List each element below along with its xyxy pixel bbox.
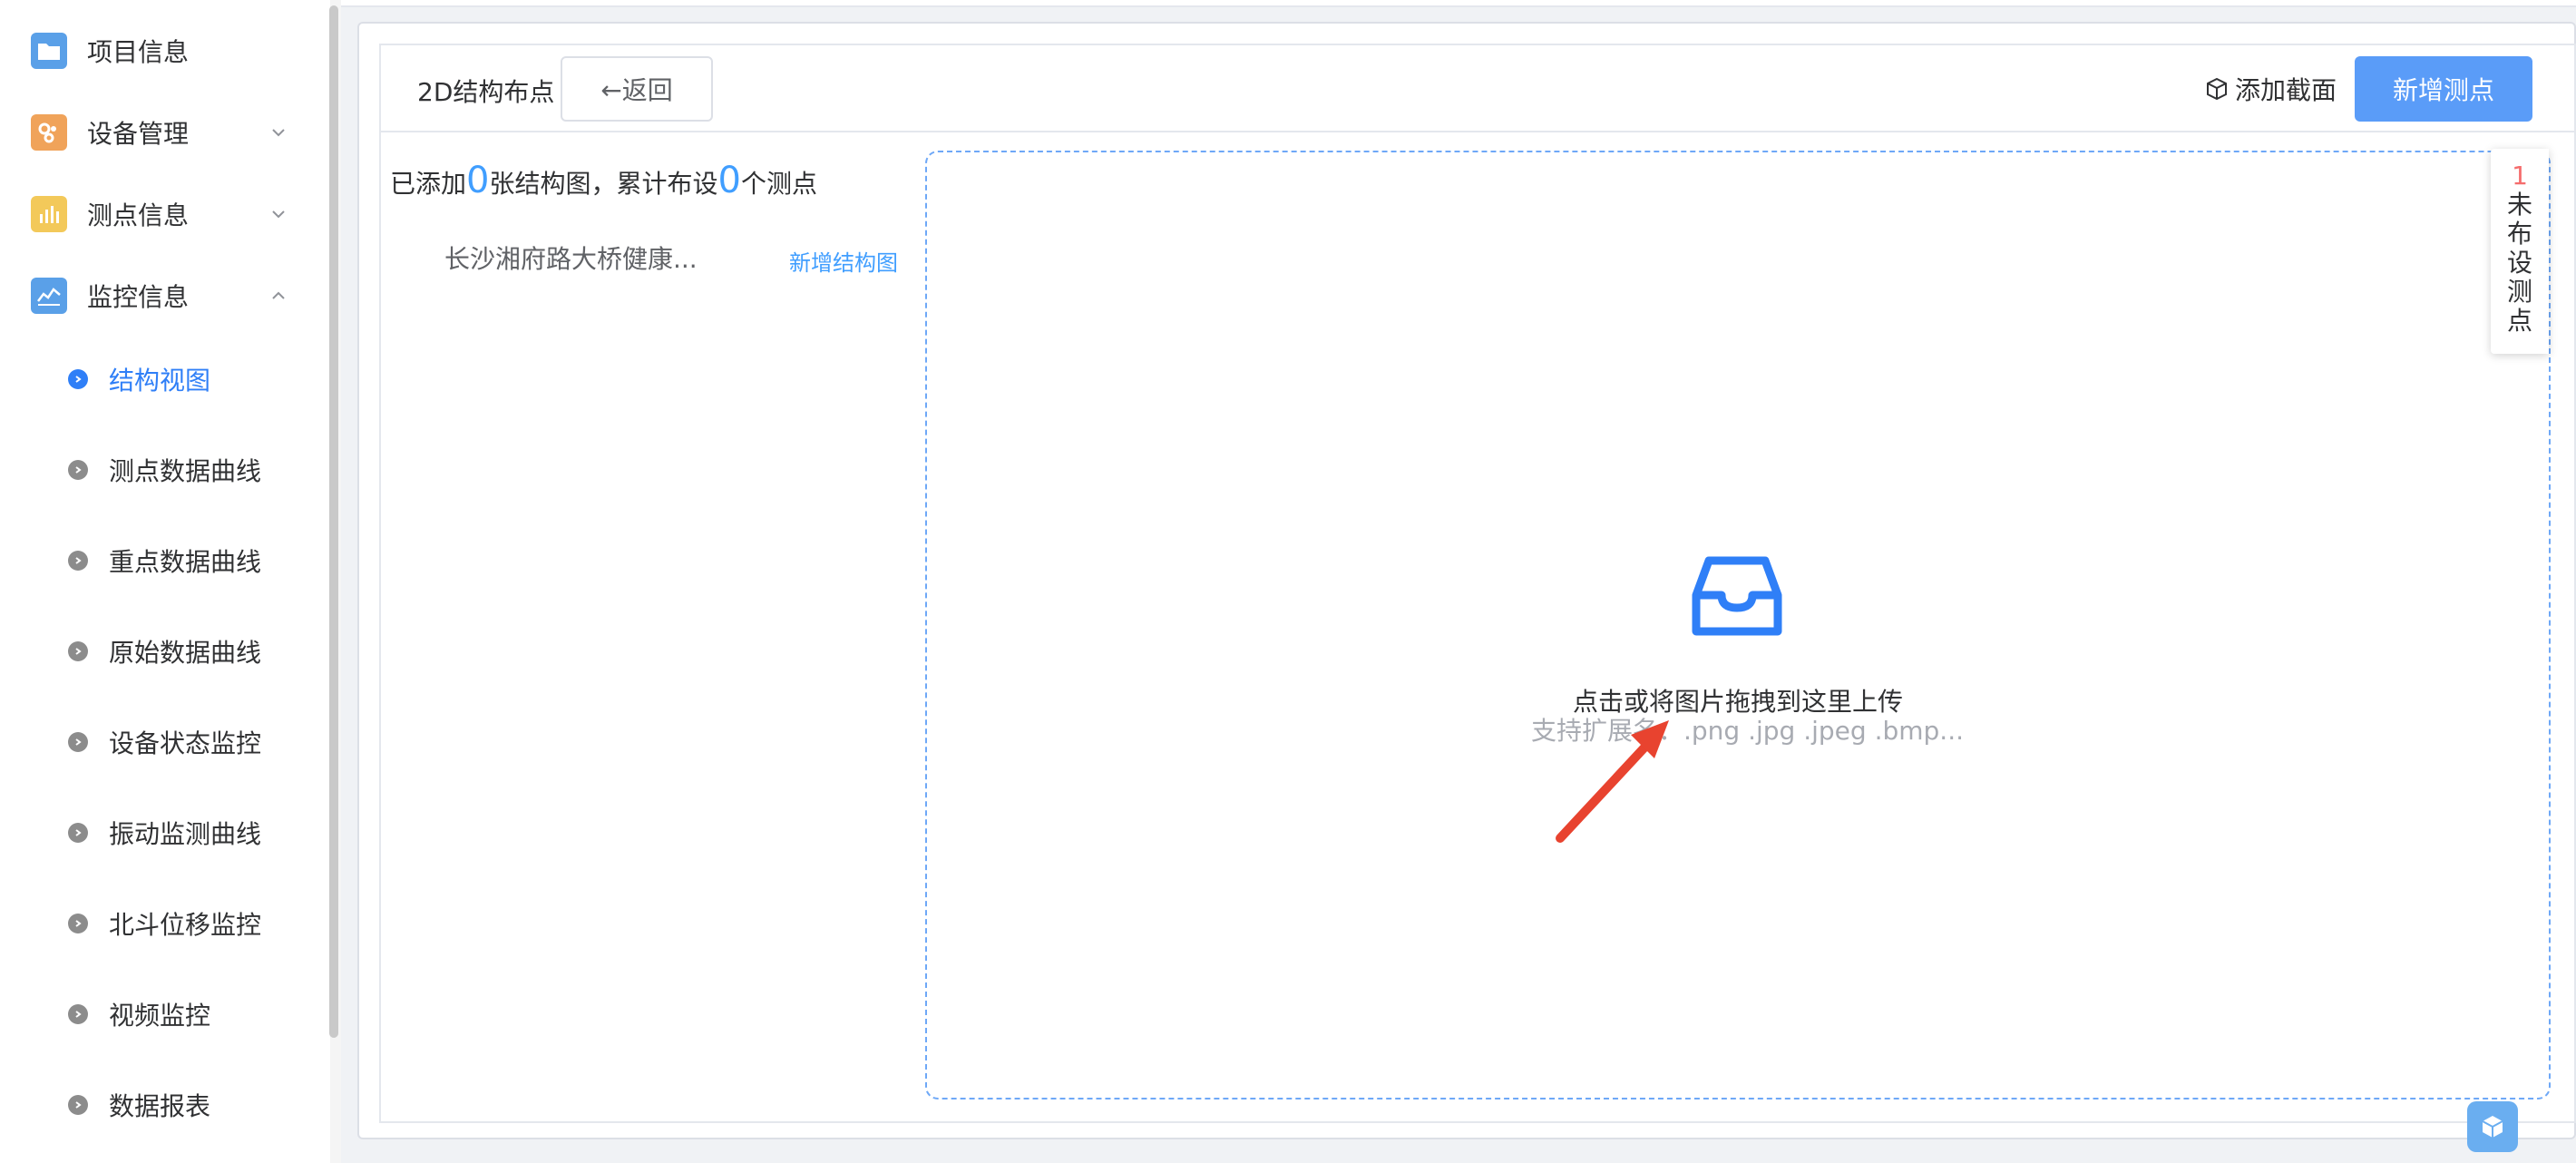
floating-action-button[interactable]	[2467, 1101, 2518, 1152]
chevron-circle-icon	[68, 551, 88, 571]
submenu-item-structure-view[interactable]: 结构视图	[0, 343, 330, 415]
submenu-label: 原始数据曲线	[109, 638, 262, 668]
chevron-down-icon	[272, 210, 285, 219]
chevron-circle-icon	[68, 369, 88, 389]
summary-text: 已添加 0 张结构图，累计布设 0 个测点	[390, 160, 817, 201]
structure-name[interactable]: 长沙湘府路大桥健康...	[444, 239, 698, 276]
back-button[interactable]: ←返回	[561, 56, 713, 122]
submenu-item-video-monitoring[interactable]: 视频监控	[0, 978, 330, 1051]
cube-icon	[2482, 1116, 2503, 1138]
point-count: 0	[717, 160, 741, 201]
add-section-label: 添加截面	[2235, 75, 2337, 105]
submenu-item-key-data-curve[interactable]: 重点数据曲线	[0, 524, 330, 597]
submenu-label: 测点数据曲线	[109, 456, 262, 486]
sidebar-scrollbar-thumb[interactable]	[329, 5, 338, 1038]
menu-label: 测点信息	[87, 200, 190, 230]
menu-label: 设备管理	[87, 119, 190, 149]
submenu-label: 结构视图	[109, 366, 211, 396]
chevron-circle-icon	[68, 1095, 88, 1115]
chevron-circle-icon	[68, 460, 88, 480]
chevron-circle-icon	[68, 823, 88, 843]
submenu-label: 振动监测曲线	[109, 819, 262, 849]
top-bar	[341, 0, 2576, 7]
annotation-arrow-icon	[1556, 720, 1669, 843]
chevron-circle-icon	[68, 641, 88, 661]
menu-label: 监控信息	[87, 282, 190, 312]
submenu-item-vibration-curve[interactable]: 振动监测曲线	[0, 797, 330, 869]
menu-item-monitoring-info[interactable]: 监控信息	[0, 259, 330, 332]
sidebar: 项目信息 设备管理 测点信息 监控信息 结构视图 测点数据曲线 重点数据曲线 原	[0, 0, 330, 1163]
submenu-label: 北斗位移监控	[109, 910, 262, 940]
chevron-circle-icon	[68, 914, 88, 933]
folder-icon	[31, 33, 67, 69]
add-section-button[interactable]: 添加截面	[2204, 71, 2337, 107]
cube-icon	[2207, 77, 2227, 101]
submenu-label: 数据报表	[109, 1091, 211, 1121]
chevron-up-icon	[272, 291, 285, 299]
structure-count: 0	[466, 160, 490, 201]
summary-middle: 张结构图，累计布设	[489, 169, 718, 199]
submenu-label: 设备状态监控	[109, 728, 262, 758]
unplaced-count: 1	[2512, 161, 2528, 191]
menu-item-device-management[interactable]: 设备管理	[0, 96, 330, 169]
submenu-item-point-data-curve[interactable]: 测点数据曲线	[0, 434, 330, 506]
unplaced-points-tab[interactable]: 1 未布设测点	[2491, 149, 2549, 354]
chevron-down-icon	[272, 129, 285, 137]
menu-item-project-info[interactable]: 项目信息	[0, 15, 330, 87]
submenu-item-beidou-displacement[interactable]: 北斗位移监控	[0, 887, 330, 960]
chevron-circle-icon	[68, 732, 88, 752]
devices-icon	[31, 114, 67, 151]
inbox-icon	[1692, 556, 1782, 636]
structure-list-panel	[381, 134, 923, 1121]
menu-label: 项目信息	[87, 37, 190, 67]
menu-item-point-info[interactable]: 测点信息	[0, 178, 330, 250]
add-point-button[interactable]: 新增测点	[2355, 56, 2532, 122]
add-structure-link[interactable]: 新增结构图	[789, 245, 898, 277]
summary-suffix: 个测点	[740, 169, 817, 199]
submenu-label: 重点数据曲线	[109, 547, 262, 577]
chevron-circle-icon	[68, 1004, 88, 1024]
bar-chart-icon	[31, 196, 67, 232]
submenu-item-device-status[interactable]: 设备状态监控	[0, 706, 330, 778]
line-chart-icon	[31, 278, 67, 314]
page-title: 2D结构布点	[417, 77, 555, 107]
submenu-label: 视频监控	[109, 1001, 211, 1031]
submenu-item-raw-data-curve[interactable]: 原始数据曲线	[0, 615, 330, 688]
unplaced-label: 未布设测点	[2507, 190, 2533, 336]
submenu-item-data-report[interactable]: 数据报表	[0, 1069, 330, 1141]
summary-prefix: 已添加	[390, 169, 467, 199]
